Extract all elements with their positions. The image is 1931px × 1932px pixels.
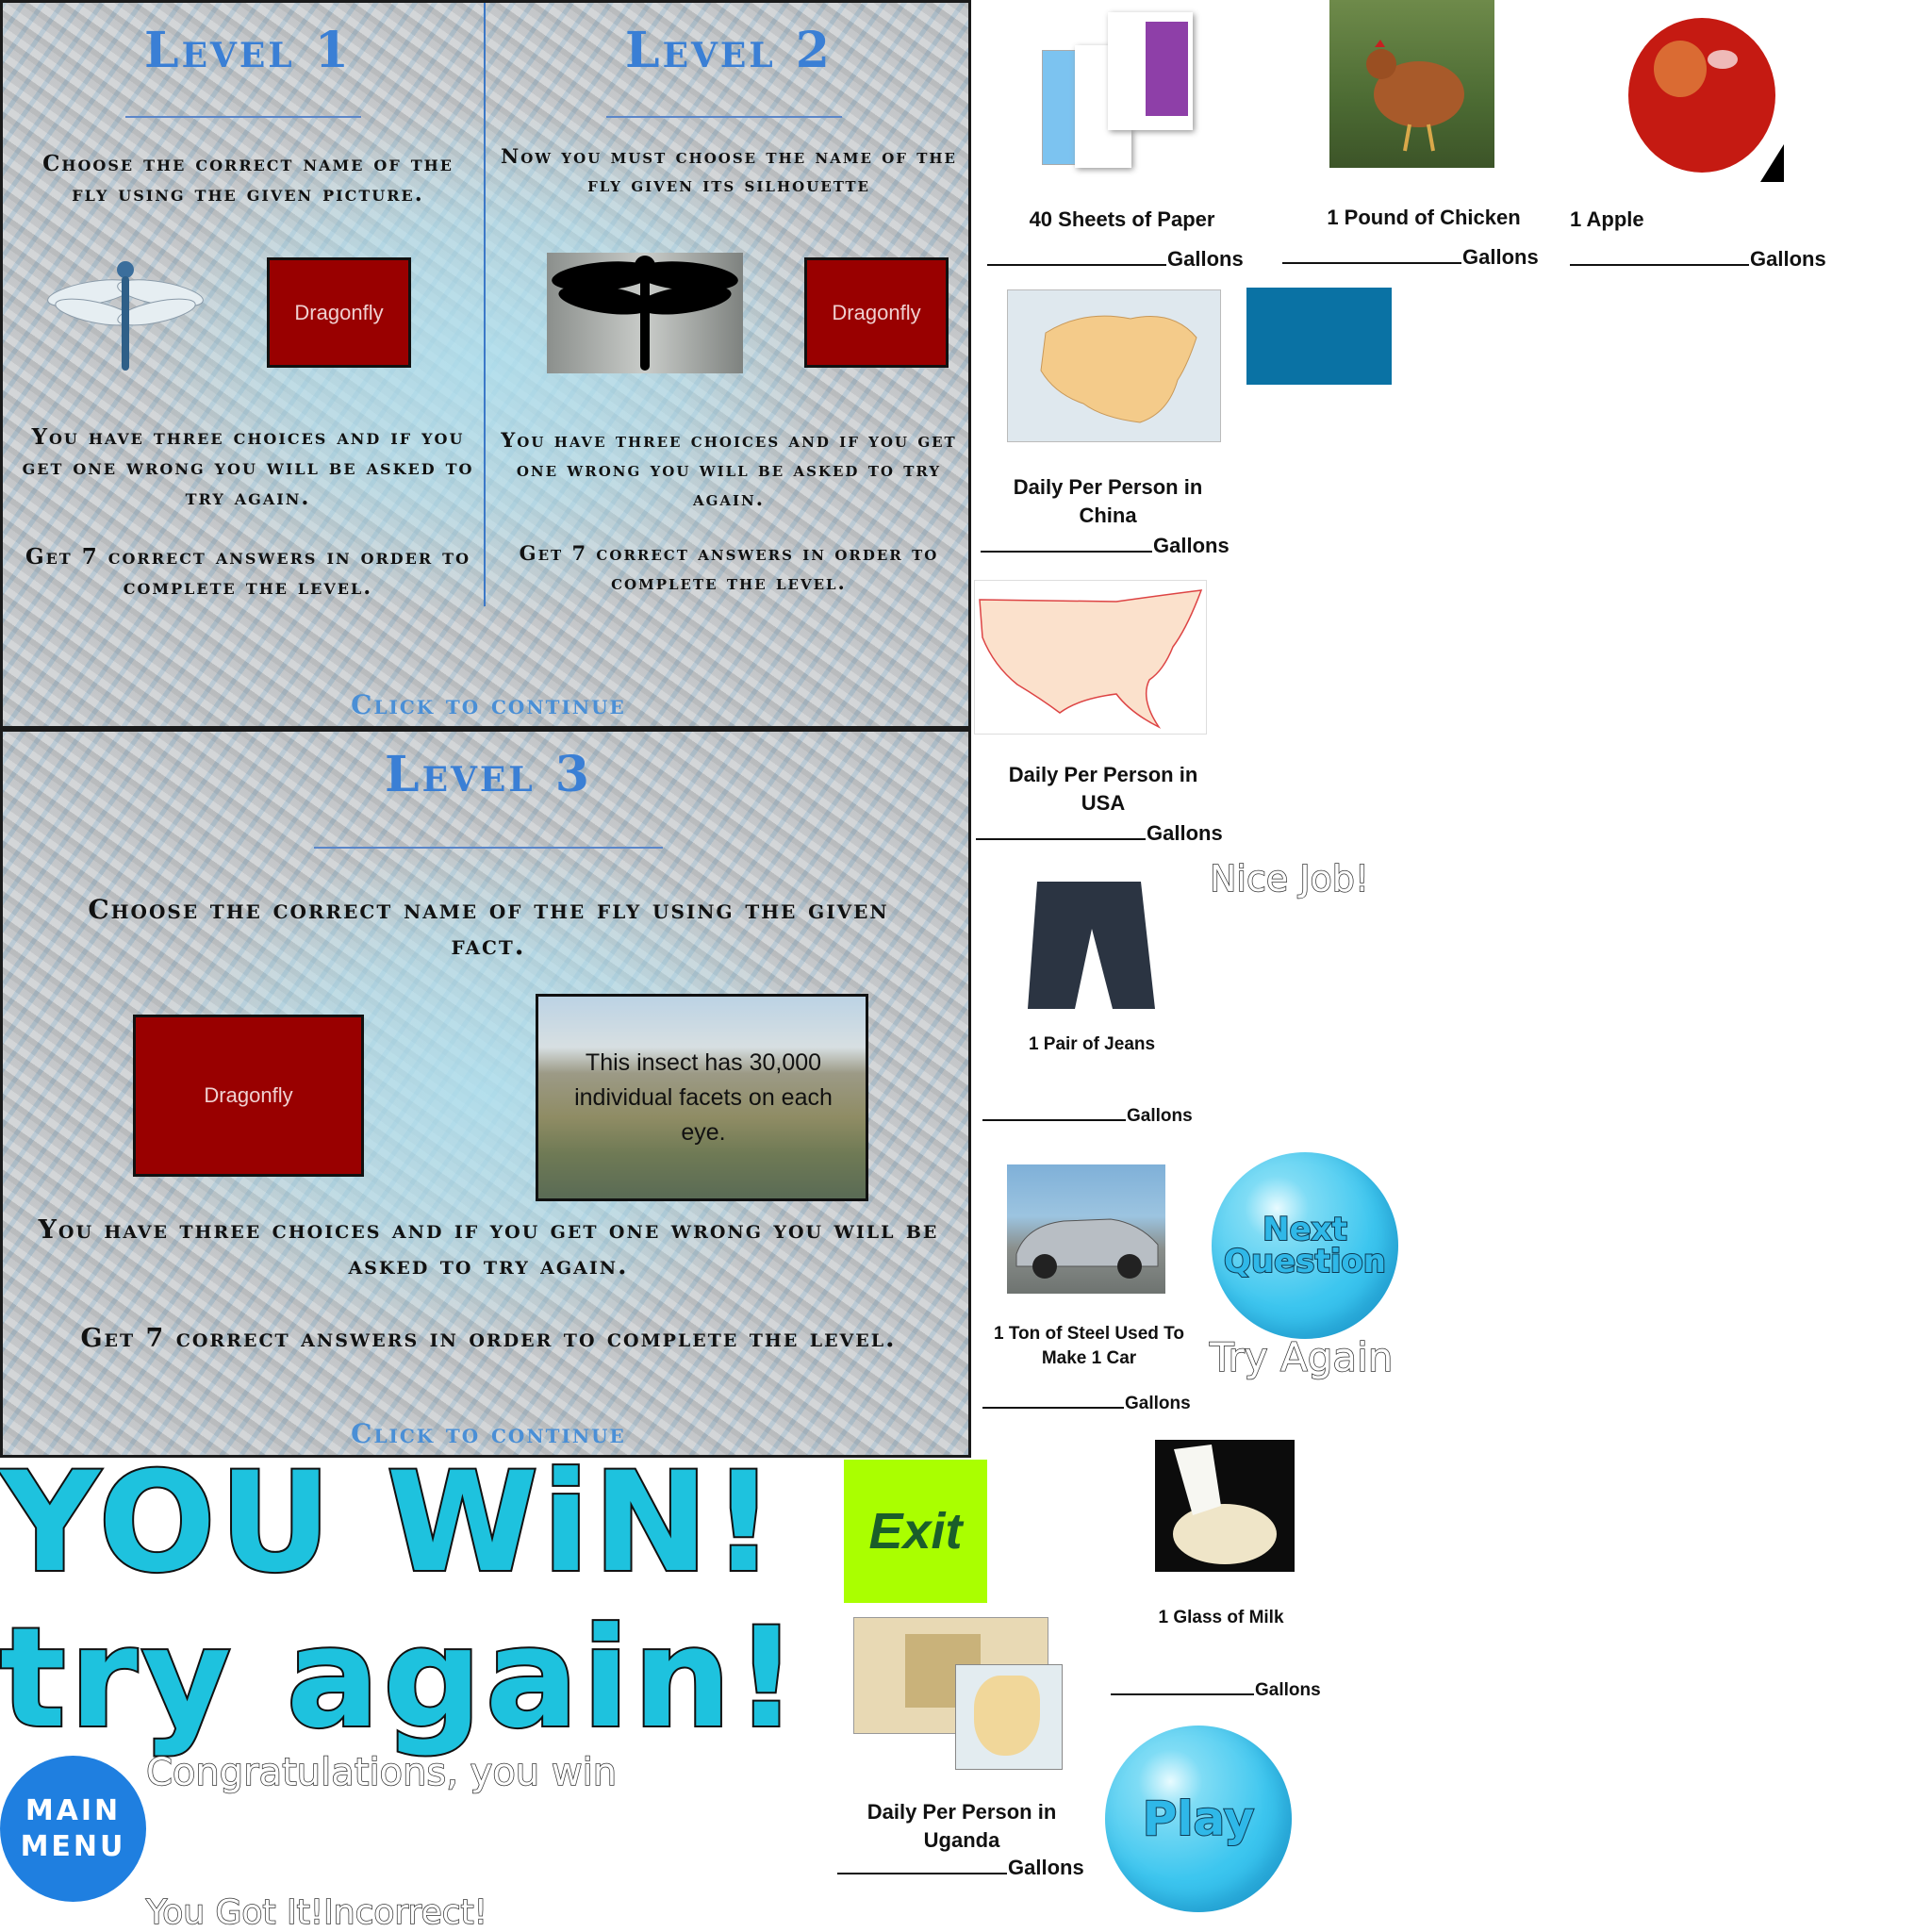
play-label: Play	[1142, 1792, 1256, 1846]
try-again-message: Try Again	[1209, 1333, 1394, 1381]
level-1-instruction: Choose the correct name of the fly using…	[42, 151, 454, 206]
try-again-banner: try again!	[0, 1598, 801, 1759]
chicken-label: 1 Pound of Chicken	[1327, 206, 1521, 229]
chicken-gallons: Gallons	[1282, 245, 1539, 270]
got-it-incorrect-message: You Got It!Incorrect!	[145, 1892, 488, 1932]
apple-gallons: Gallons	[1570, 247, 1826, 272]
main-menu-label-2: MENU	[20, 1829, 126, 1863]
level-3-fact-card: This insect has 30,000 individual facets…	[536, 994, 868, 1201]
main-menu-label-1: MAIN	[25, 1793, 122, 1827]
level-3-instruction: Choose the correct name of the fly using…	[88, 894, 889, 961]
level-1-rules: You have three choices and if you get on…	[22, 424, 474, 510]
jeans-label: 1 Pair of Jeans	[1028, 1034, 1156, 1054]
chicken-image	[1329, 0, 1494, 168]
nice-job-message: Nice Job!	[1209, 857, 1370, 900]
uganda-map-image	[853, 1617, 1063, 1770]
milk-image	[1155, 1440, 1295, 1572]
level-2-rule	[606, 116, 842, 118]
china-label: Daily Per Person in China	[1013, 475, 1203, 527]
main-menu-button[interactable]: MAIN MENU	[0, 1756, 146, 1902]
exit-button[interactable]: Exit	[844, 1460, 987, 1603]
dragonfly-silhouette-image	[547, 253, 743, 373]
level-3-rules: You have three choices and if you get on…	[38, 1215, 939, 1280]
exit-label: Exit	[868, 1503, 963, 1560]
next-question-button[interactable]: Next Question	[1212, 1152, 1398, 1339]
milk-label: 1 Glass of Milk	[1158, 1608, 1284, 1627]
paper-image	[1032, 8, 1202, 173]
level-2-title: Level 2	[625, 22, 833, 79]
congratulations-message: Congratulations, you win	[145, 1750, 618, 1795]
level-3-goal: Get 7 correct answers in order to comple…	[80, 1324, 897, 1353]
level-1-dragonfly-button[interactable]: Dragonfly	[267, 257, 411, 368]
gallons-text: Gallons	[1147, 821, 1223, 845]
usa-gallons: Gallons	[976, 821, 1223, 846]
paper-label: 40 Sheets of Paper	[1029, 207, 1215, 231]
gallons-text: Gallons	[1127, 1106, 1193, 1126]
gallons-text: Gallons	[1153, 534, 1230, 557]
level-2-instruction: Now you must choose the name of the fly …	[501, 144, 957, 196]
jeans-gallons: Gallons	[982, 1106, 1193, 1127]
gallons-text: Gallons	[1167, 247, 1244, 271]
apple-image	[1619, 3, 1784, 182]
uganda-gallons: Gallons	[837, 1856, 1084, 1880]
level-3-rule	[314, 847, 663, 849]
jeans-image	[1009, 877, 1169, 1018]
gallons-text: Gallons	[1008, 1856, 1084, 1879]
play-button[interactable]: Play	[1105, 1726, 1292, 1912]
gallons-text: Gallons	[1125, 1394, 1191, 1413]
steel-label: 1 Ton of Steel Used To Make 1 Car	[994, 1324, 1184, 1368]
apple-label: 1 Apple	[1570, 207, 1644, 231]
level-3-dragonfly-button[interactable]: Dragonfly	[133, 1015, 364, 1177]
china-gallons: Gallons	[981, 534, 1230, 558]
level-2-dragonfly-button[interactable]: Dragonfly	[804, 257, 949, 368]
level-1-title: Level 1	[144, 22, 352, 79]
uganda-label: Daily Per Person in Uganda	[866, 1800, 1057, 1852]
level-1-2-panel: Level 1 Choose the correct name of the f…	[0, 0, 971, 729]
dragonfly-image	[45, 256, 206, 378]
gallons-text: Gallons	[1750, 247, 1826, 271]
you-win-banner: YOU WiN!	[0, 1443, 779, 1603]
usa-map-image	[974, 580, 1207, 735]
level-2-goal: Get 7 correct answers in order to comple…	[519, 541, 939, 594]
gallons-text: Gallons	[1255, 1680, 1321, 1700]
steel-gallons: Gallons	[982, 1394, 1191, 1414]
panel-divider	[484, 3, 486, 606]
level-2-rules: You have three choices and if you get on…	[501, 428, 957, 510]
usa-label: Daily Per Person in USA	[1008, 763, 1198, 815]
level-3-panel: Level 3 Choose the correct name of the f…	[0, 729, 971, 1458]
level-1-rule	[125, 116, 361, 118]
china-map-image	[1007, 289, 1221, 442]
blue-square-button[interactable]	[1246, 288, 1392, 385]
fact-text: This insect has 30,000 individual facets…	[574, 1049, 833, 1146]
milk-gallons: Gallons	[1111, 1680, 1321, 1701]
level-3-title: Level 3	[385, 746, 592, 803]
car-image	[1007, 1164, 1165, 1294]
level-1-goal: Get 7 correct answers in order to comple…	[25, 544, 471, 600]
level-1-2-continue[interactable]: Click to continue	[229, 689, 748, 720]
paper-gallons: Gallons	[987, 247, 1244, 272]
next-question-label-1: Next	[1262, 1211, 1348, 1248]
next-question-label-2: Question	[1223, 1243, 1387, 1280]
gallons-text: Gallons	[1462, 245, 1539, 269]
